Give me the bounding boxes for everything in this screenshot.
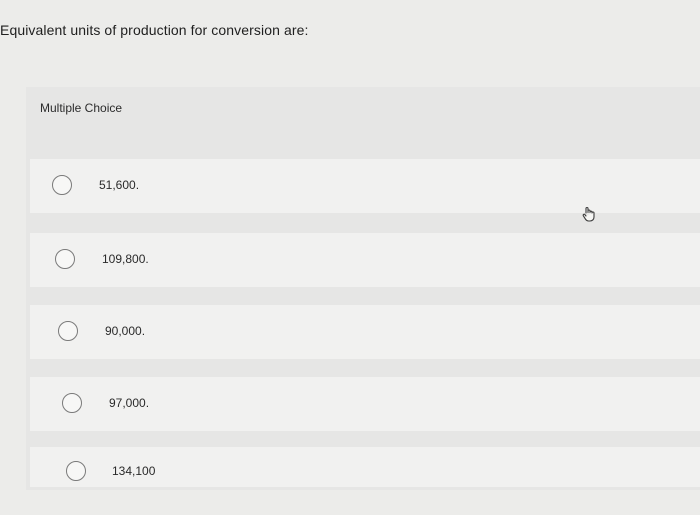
radio-button-icon[interactable] — [52, 175, 72, 195]
radio-button-icon[interactable] — [62, 393, 82, 413]
answer-option-2[interactable]: 109,800. — [30, 233, 700, 287]
radio-button-icon[interactable] — [66, 461, 86, 481]
answer-option-3[interactable]: 90,000. — [30, 305, 700, 359]
answer-option-label: 90,000. — [105, 324, 146, 338]
panel-title: Multiple Choice — [40, 101, 123, 115]
radio-button-icon[interactable] — [55, 249, 75, 269]
answer-option-label: 97,000. — [109, 396, 150, 410]
answer-option-label: 51,600. — [99, 178, 140, 192]
radio-button-icon[interactable] — [58, 321, 78, 341]
question-text: Equivalent units of production for conve… — [0, 22, 309, 38]
hand-pointer-icon — [582, 206, 595, 222]
answer-option-label: 109,800. — [102, 252, 149, 266]
answer-option-4[interactable]: 97,000. — [30, 377, 700, 431]
answer-option-5[interactable]: 134,100 — [30, 447, 700, 487]
answer-option-1[interactable]: 51,600. — [30, 159, 700, 213]
answer-option-label: 134,100 — [112, 464, 156, 478]
